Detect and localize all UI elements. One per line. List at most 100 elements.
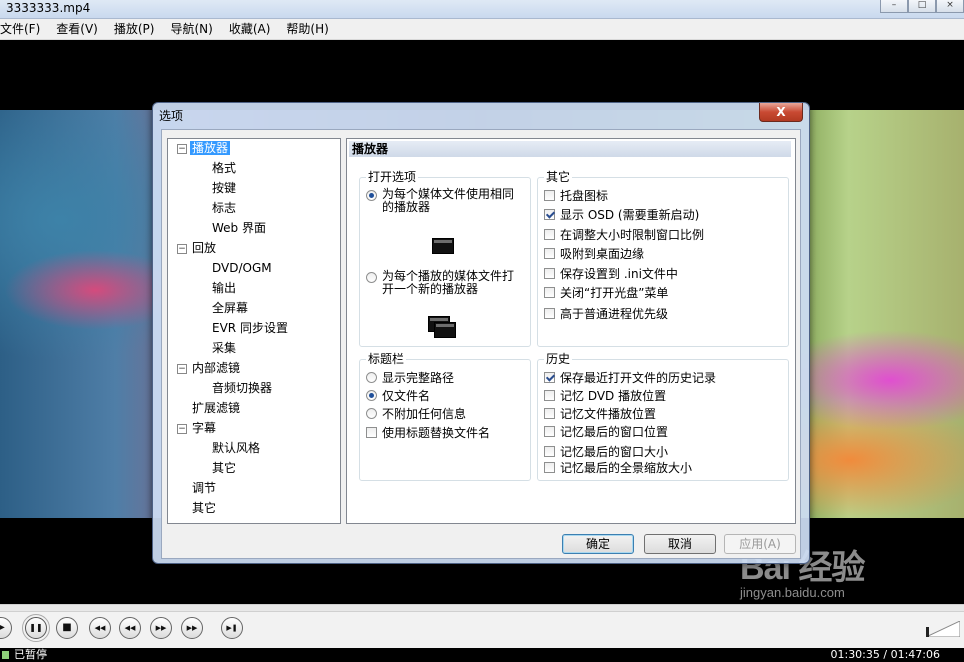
checkbox[interactable] xyxy=(544,268,555,279)
tree-item-player[interactable]: 播放器 xyxy=(190,139,231,157)
checkbox-row[interactable]: 显示 OSD (需要重新启动) xyxy=(544,207,699,223)
checkbox[interactable] xyxy=(544,408,555,419)
options-tree[interactable]: − 播放器 格式 按键 标志 Web 界面 − 回放 DVD/OGM 输出 全屏… xyxy=(167,138,341,524)
tree-item-subtitles-misc[interactable]: 其它 xyxy=(210,459,238,477)
radio-button[interactable] xyxy=(366,272,377,283)
radio-button[interactable] xyxy=(366,372,377,383)
tree-item-fullscreen[interactable]: 全屏幕 xyxy=(210,299,250,317)
checkbox-row[interactable]: 记忆 DVD 播放位置 xyxy=(544,388,666,404)
checkbox-label: 使用标题替换文件名 xyxy=(382,426,491,440)
menu-help[interactable]: 帮助(H) xyxy=(278,19,336,39)
tree-item-formats[interactable]: 格式 xyxy=(210,159,238,177)
checkbox[interactable] xyxy=(366,427,377,438)
checkbox-row[interactable]: 使用标题替换文件名 xyxy=(366,425,490,441)
checkbox[interactable] xyxy=(544,462,555,473)
tree-item-capture[interactable]: 采集 xyxy=(210,339,238,357)
tree-item-evr-sync[interactable]: EVR 同步设置 xyxy=(210,319,290,337)
checkbox[interactable] xyxy=(544,229,555,240)
frame-step-icon: ▶❚ xyxy=(226,624,238,632)
radio-filename-only[interactable]: 仅文件名 xyxy=(366,388,430,404)
checkbox-row[interactable]: 记忆文件播放位置 xyxy=(544,406,656,422)
tree-item-web-interface[interactable]: Web 界面 xyxy=(210,219,268,237)
checkbox[interactable] xyxy=(544,390,555,401)
menu-navigate[interactable]: 导航(N) xyxy=(162,19,220,39)
checkbox-row[interactable]: 关闭“打开光盘”菜单 xyxy=(544,285,668,301)
status-bar: 已暂停 01:30:35 / 01:47:06 xyxy=(0,648,964,662)
tree-collapse-icon[interactable]: − xyxy=(177,364,187,374)
tree-item-misc[interactable]: 其它 xyxy=(190,499,218,517)
tree-item-keys[interactable]: 按键 xyxy=(210,179,238,197)
menu-view[interactable]: 查看(V) xyxy=(48,19,106,39)
radio-same-player[interactable]: 为每个媒体文件使用相同的播放器 xyxy=(366,188,522,214)
tree-item-subtitles[interactable]: 字幕 xyxy=(190,419,218,437)
radio-new-player[interactable]: 为每个播放的媒体文件打开一个新的播放器 xyxy=(366,270,522,296)
stop-button[interactable]: ■ xyxy=(56,617,78,639)
frame-step-button[interactable]: ▶❚ xyxy=(221,617,243,639)
checkbox[interactable] xyxy=(544,287,555,298)
menu-file[interactable]: 文件(F) xyxy=(0,19,48,39)
radio-button[interactable] xyxy=(366,190,377,201)
checkbox-label: 显示 OSD (需要重新启动) xyxy=(560,208,700,222)
checkbox[interactable] xyxy=(544,308,555,319)
checkbox-row[interactable]: 保存最近打开文件的历史记录 xyxy=(544,370,716,386)
tree-item-audio-switcher[interactable]: 音频切换器 xyxy=(210,379,274,397)
rewind-button[interactable]: ◀◀ xyxy=(119,617,141,639)
minimize-icon[interactable]: – xyxy=(880,0,908,13)
tree-item-tweaks[interactable]: 调节 xyxy=(190,479,218,497)
dialog-close-button[interactable]: X xyxy=(759,103,803,122)
checkbox-label: 托盘图标 xyxy=(560,189,609,203)
play-button[interactable]: ▶ xyxy=(0,617,12,639)
menu-play[interactable]: 播放(P) xyxy=(106,19,163,39)
tree-item-default-style[interactable]: 默认风格 xyxy=(210,439,262,457)
dialog-body: − 播放器 格式 按键 标志 Web 界面 − 回放 DVD/OGM 输出 全屏… xyxy=(161,129,801,559)
close-window-icon[interactable]: × xyxy=(936,0,964,13)
pause-button[interactable]: ❚❚ xyxy=(22,614,50,642)
checkbox-row[interactable]: 保存设置到 .ini文件中 xyxy=(544,266,678,282)
tree-item-internal-filters[interactable]: 内部滤镜 xyxy=(190,359,242,377)
checkbox-label: 保存设置到 .ini文件中 xyxy=(560,267,678,281)
tree-item-external-filters[interactable]: 扩展滤镜 xyxy=(190,399,242,417)
checkbox-label: 记忆最后的窗口大小 xyxy=(560,445,669,459)
maximize-icon[interactable]: □ xyxy=(908,0,936,13)
titlebar-group: 标题栏 显示完整路径 仅文件名 不附加任何信息 使用标题替换文件名 xyxy=(359,351,531,481)
checkbox[interactable] xyxy=(544,209,555,220)
tree-item-output[interactable]: 输出 xyxy=(210,279,238,297)
checkbox-row[interactable]: 托盘图标 xyxy=(544,188,608,204)
checkbox[interactable] xyxy=(544,426,555,437)
checkbox-label: 记忆最后的全景缩放大小 xyxy=(560,461,693,475)
tree-collapse-icon[interactable]: − xyxy=(177,144,187,154)
tree-collapse-icon[interactable]: − xyxy=(177,244,187,254)
checkbox-row[interactable]: 记忆最后的窗口位置 xyxy=(544,424,668,440)
checkbox-label: 在调整大小时限制窗口比例 xyxy=(560,228,705,242)
forward-button[interactable]: ▶▶ xyxy=(150,617,172,639)
seek-bar[interactable] xyxy=(0,605,964,612)
checkbox[interactable] xyxy=(544,190,555,201)
radio-label: 仅文件名 xyxy=(382,389,431,403)
checkbox-row[interactable]: 在调整大小时限制窗口比例 xyxy=(544,227,704,243)
menu-favorites[interactable]: 收藏(A) xyxy=(221,19,279,39)
tree-item-dvd-ogm[interactable]: DVD/OGM xyxy=(210,259,274,277)
radio-full-path[interactable]: 显示完整路径 xyxy=(366,370,454,386)
checkbox[interactable] xyxy=(544,372,555,383)
radio-button[interactable] xyxy=(366,408,377,419)
radio-button[interactable] xyxy=(366,390,377,401)
checkbox[interactable] xyxy=(544,248,555,259)
tree-collapse-icon[interactable]: − xyxy=(177,424,187,434)
checkbox-row[interactable]: 吸附到桌面边缘 xyxy=(544,246,644,262)
checkbox-row[interactable]: 高于普通进程优先级 xyxy=(544,306,668,322)
group-legend: 历史 xyxy=(544,351,573,367)
tree-item-logo[interactable]: 标志 xyxy=(210,199,238,217)
radio-no-info[interactable]: 不附加任何信息 xyxy=(366,406,466,422)
checkbox-row[interactable]: 记忆最后的窗口大小 xyxy=(544,444,668,460)
tree-item-playback[interactable]: 回放 xyxy=(190,239,218,257)
volume-slider[interactable] xyxy=(926,621,960,637)
checkbox-row[interactable]: 记忆最后的全景缩放大小 xyxy=(544,460,692,476)
prev-button[interactable]: ◀◀ xyxy=(89,617,111,639)
ok-button[interactable]: 确定 xyxy=(562,534,634,554)
next-button[interactable]: ▶▶ xyxy=(181,617,203,639)
status-indicator-icon xyxy=(2,651,9,659)
checkbox[interactable] xyxy=(544,446,555,457)
skip-forward-icon: ▶▶ xyxy=(186,624,198,632)
apply-button[interactable]: 应用(A) xyxy=(724,534,796,554)
cancel-button[interactable]: 取消 xyxy=(644,534,716,554)
